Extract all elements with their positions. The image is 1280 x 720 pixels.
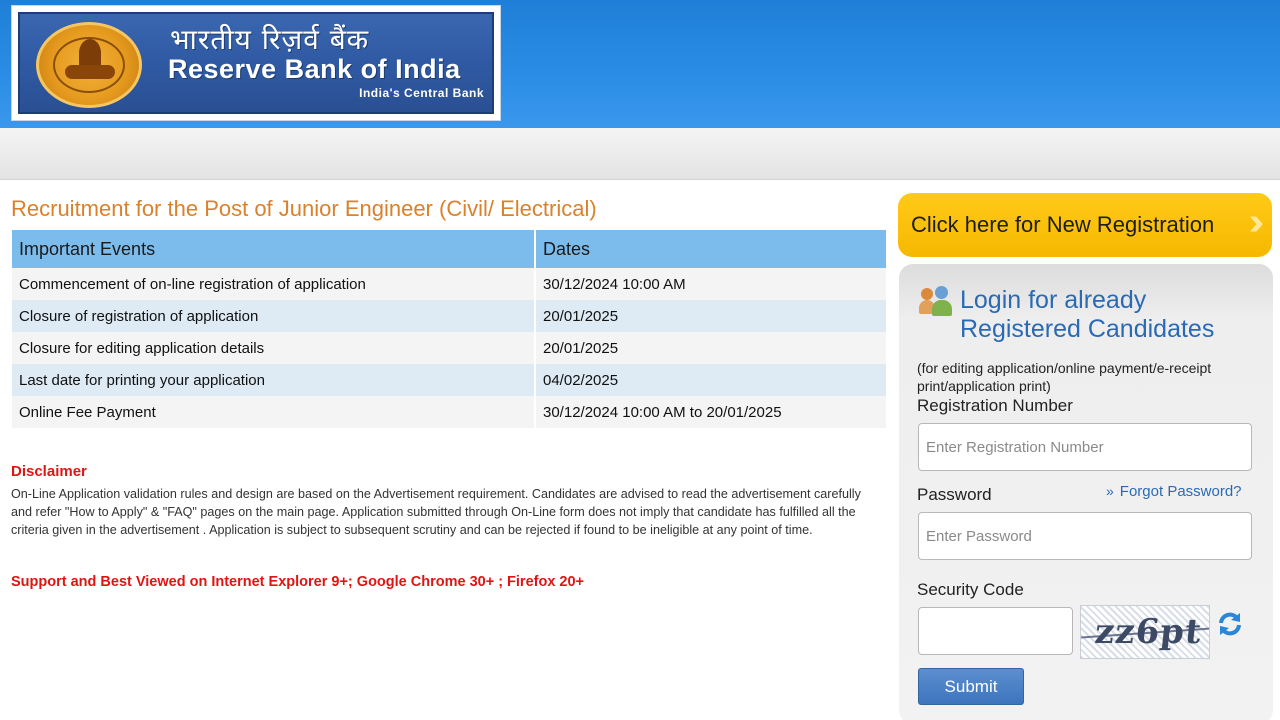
table-header-row: Important Events Dates <box>12 230 886 268</box>
table-row: Closure of registration of application 2… <box>12 300 886 332</box>
registration-number-input[interactable] <box>918 423 1252 471</box>
column-header-events: Important Events <box>12 230 536 268</box>
login-title: Login for already Registered Candidates <box>960 286 1215 343</box>
registration-number-label: Registration Number <box>917 396 1073 415</box>
page-title: Recruitment for the Post of Junior Engin… <box>11 196 597 221</box>
disclaimer-title: Disclaimer <box>11 463 87 480</box>
date-cell: 30/12/2024 10:00 AM to 20/01/2025 <box>536 396 886 428</box>
double-chevron-right-icon: ›› <box>1248 201 1265 243</box>
new-registration-button[interactable]: Click here for New Registration ›› <box>898 193 1272 257</box>
important-events-table: Important Events Dates Commencement of o… <box>12 230 886 428</box>
logo-panel: भारतीय रिज़र्व बैंक Reserve Bank of Indi… <box>18 12 494 114</box>
seal-palm-tree <box>79 39 101 67</box>
security-code-label: Security Code <box>917 580 1024 599</box>
disclaimer-text: On-Line Application validation rules and… <box>11 487 861 537</box>
rbi-seal-icon <box>36 22 142 108</box>
logo-tagline: India's Central Bank <box>359 86 484 100</box>
date-cell: 30/12/2024 10:00 AM <box>536 268 886 300</box>
date-cell: 20/01/2025 <box>536 300 886 332</box>
password-input[interactable] <box>918 512 1252 560</box>
event-cell: Online Fee Payment <box>12 396 536 428</box>
column-header-dates: Dates <box>536 230 886 268</box>
header-sub-band <box>0 128 1280 180</box>
table-row: Closure for editing application details … <box>12 332 886 364</box>
event-cell: Closure for editing application details <box>12 332 536 364</box>
browser-support-note: Support and Best Viewed on Internet Expl… <box>11 574 585 590</box>
event-cell: Commencement of on-line registration of … <box>12 268 536 300</box>
logo-english-text: Reserve Bank of India <box>168 54 461 84</box>
date-cell: 20/01/2025 <box>536 332 886 364</box>
forgot-password-link[interactable]: » Forgot Password? <box>1106 483 1242 500</box>
security-code-input[interactable] <box>918 607 1073 655</box>
rbi-logo[interactable]: भारतीय रिज़र्व बैंक Reserve Bank of Indi… <box>12 6 500 120</box>
refresh-captcha-icon[interactable] <box>1216 610 1244 638</box>
captcha-text: zz6pt <box>1092 612 1204 652</box>
table-row: Commencement of on-line registration of … <box>12 268 886 300</box>
date-cell: 04/02/2025 <box>536 364 886 396</box>
table-row: Online Fee Payment 30/12/2024 10:00 AM t… <box>12 396 886 428</box>
submit-button[interactable]: Submit <box>918 668 1024 705</box>
password-label: Password <box>917 485 992 504</box>
users-icon <box>919 286 953 316</box>
table-row: Last date for printing your application … <box>12 364 886 396</box>
login-subtitle: (for editing application/online payment/… <box>917 360 1212 394</box>
header-band: भारतीय रिज़र्व बैंक Reserve Bank of Indi… <box>0 0 1280 128</box>
seal-tiger <box>65 65 115 79</box>
event-cell: Closure of registration of application <box>12 300 536 332</box>
double-chevron-right-icon: » <box>1106 483 1114 499</box>
event-cell: Last date for printing your application <box>12 364 536 396</box>
new-registration-label: Click here for New Registration <box>911 212 1215 237</box>
logo-hindi-text: भारतीय रिज़र्व बैंक <box>170 23 370 56</box>
forgot-password-text: Forgot Password? <box>1119 483 1242 500</box>
captcha-image: zz6pt <box>1080 605 1210 659</box>
